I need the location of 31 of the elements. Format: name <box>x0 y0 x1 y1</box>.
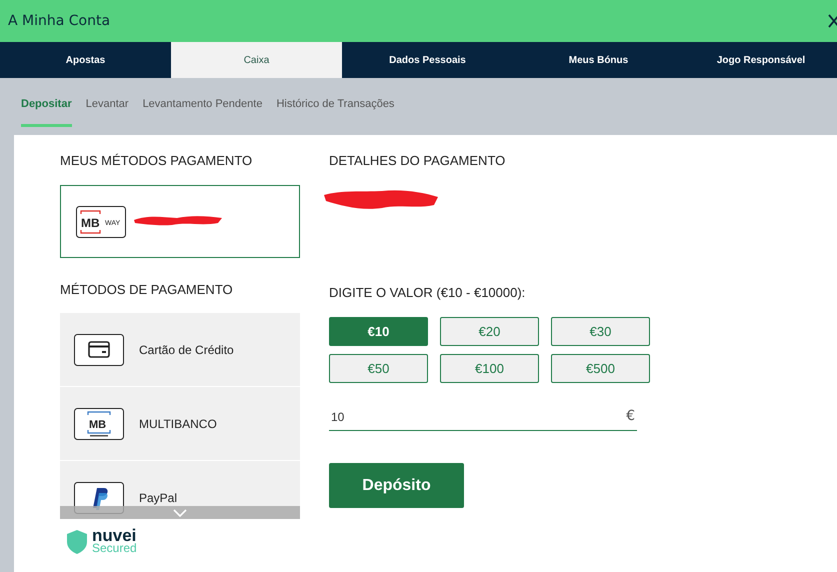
credit-card-icon <box>74 334 124 366</box>
shield-icon <box>66 529 88 555</box>
section-heading: MÉTODOS DE PAGAMENTO <box>60 282 234 298</box>
amount-preset-button[interactable]: €100 <box>440 354 539 383</box>
amount-label: DIGITE O VALOR (€10 - €10000): <box>329 285 526 301</box>
amount-preset-button[interactable]: €500 <box>551 354 650 383</box>
tab[interactable]: Dados Pessoais <box>342 42 513 78</box>
tab[interactable]: Jogo Responsável <box>684 42 837 78</box>
tab[interactable]: Apostas <box>0 42 171 78</box>
amount-preset-button[interactable]: €50 <box>329 354 428 383</box>
amount-preset-button[interactable]: €20 <box>440 317 539 346</box>
subtab[interactable]: Levantamento Pendente <box>142 98 262 127</box>
chevron-down-icon <box>173 508 187 516</box>
currency-symbol: € <box>626 408 635 424</box>
amount-preset-button[interactable]: €30 <box>551 317 650 346</box>
close-icon[interactable] <box>828 14 837 28</box>
subtab[interactable]: Depositar <box>21 98 72 127</box>
payment-method-item[interactable]: Cartão de Crédito <box>60 313 300 387</box>
tab[interactable]: Caixa <box>171 42 342 78</box>
mb-logo-icon: MB <box>74 408 124 440</box>
subtab[interactable]: Levantar <box>86 98 129 127</box>
brand-name: nuvei <box>92 529 137 542</box>
section-heading: DETALHES DO PAGAMENTO <box>329 153 506 169</box>
tab[interactable]: Meus Bónus <box>513 42 684 78</box>
deposit-button[interactable]: Depósito <box>329 463 464 508</box>
window-title: A Minha Conta <box>8 13 110 29</box>
payment-method-item[interactable]: MB MULTIBANCO <box>60 387 300 461</box>
secured-caption: Secured <box>92 542 137 555</box>
subtab[interactable]: Histórico de Transações <box>276 98 394 127</box>
amount-preset-button[interactable]: €10 <box>329 317 428 346</box>
section-heading: MEUS MÉTODOS PAGAMENTO <box>60 153 254 169</box>
